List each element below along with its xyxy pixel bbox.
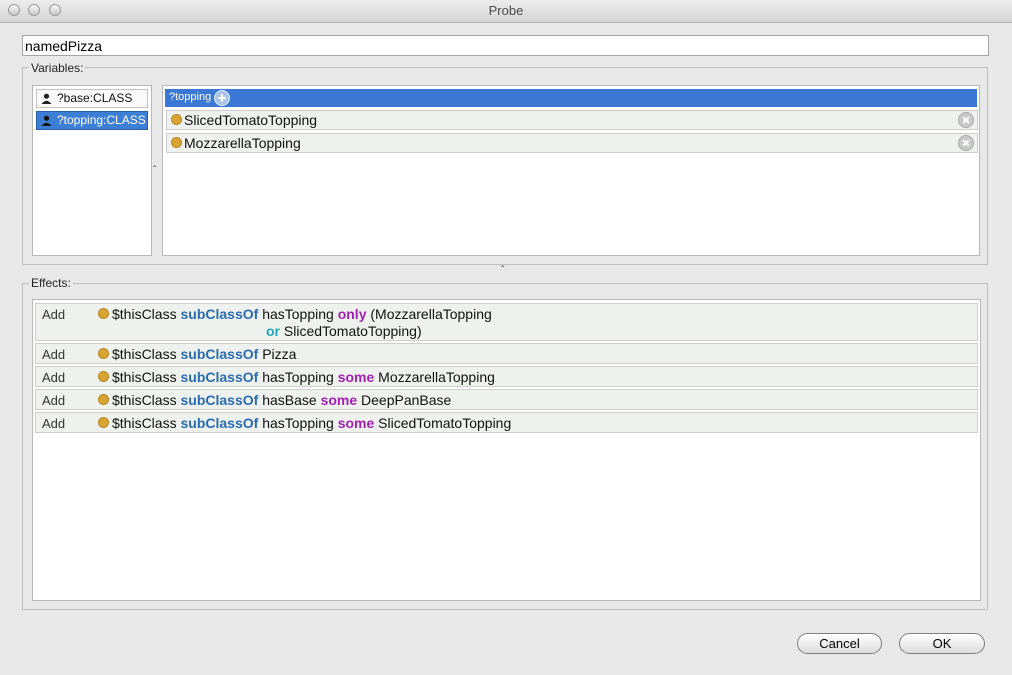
variables-label: Variables: [29, 61, 86, 75]
effect-relation: subClassOf [180, 392, 259, 408]
collapse-left-caret[interactable]: ˆ [153, 165, 156, 176]
variable-value-label: MozzarellaTopping [184, 135, 301, 151]
effect-expression: $thisClass subClassOf Pizza [112, 346, 296, 363]
person-icon [41, 115, 52, 126]
split-divider-caret[interactable]: ˆ [501, 265, 504, 276]
add-value-icon[interactable] [214, 90, 230, 106]
effect-row[interactable]: Add $thisClass subClassOf Pizza [35, 343, 978, 364]
effect-action: Add [42, 370, 66, 385]
remove-value-icon[interactable] [958, 112, 974, 128]
effect-action: Add [42, 307, 66, 322]
window-title: Probe [488, 3, 524, 18]
effect-expression: $thisClass subClassOf hasTopping only (M… [112, 306, 492, 323]
effect-expression: $thisClass subClassOf hasTopping some Mo… [112, 369, 495, 386]
effects-list: Add $thisClass subClassOf hasTopping onl… [32, 299, 981, 601]
class-icon [171, 137, 182, 148]
variable-values-panel: ?topping SlicedTomatoTopping MozzarellaT… [162, 85, 980, 256]
effect-subject: $thisClass [112, 346, 177, 362]
effect-or-filler: SlicedTomatoTopping) [283, 323, 422, 339]
effect-quantifier: only [337, 306, 367, 322]
effect-relation: subClassOf [180, 306, 259, 322]
window-titlebar: Probe [0, 0, 1012, 23]
effect-filler: MozzarellaTopping [378, 369, 495, 385]
variable-value-row[interactable]: MozzarellaTopping [166, 133, 978, 153]
effect-action: Add [42, 393, 66, 408]
effect-row[interactable]: Add $thisClass subClassOf hasTopping onl… [35, 303, 978, 341]
variable-item-label: ?base:CLASS [57, 91, 133, 105]
effect-quantifier: some [337, 369, 375, 385]
effect-property: Pizza [262, 346, 297, 362]
effect-subject: $thisClass [112, 369, 177, 385]
cancel-button[interactable]: Cancel [797, 633, 882, 654]
variable-item-label: ?topping:CLASS [57, 113, 146, 127]
variable-value-row[interactable]: SlicedTomatoTopping [166, 110, 978, 130]
effects-label: Effects: [29, 276, 73, 290]
variable-value-label: SlicedTomatoTopping [184, 112, 318, 128]
class-icon [98, 417, 109, 428]
class-icon [98, 394, 109, 405]
class-icon [98, 348, 109, 359]
effect-expression: $thisClass subClassOf hasBase some DeepP… [112, 392, 451, 409]
effect-quantifier: some [320, 392, 358, 408]
effect-expression-continuation: or SlicedTomatoTopping) [266, 323, 422, 340]
effect-relation: subClassOf [180, 369, 259, 385]
effect-quantifier: some [337, 415, 375, 431]
effect-property: hasTopping [262, 306, 334, 322]
effect-expression: $thisClass subClassOf hasTopping some Sl… [112, 415, 511, 432]
effect-subject: $thisClass [112, 392, 177, 408]
effect-filler: DeepPanBase [361, 392, 452, 408]
effect-property: hasBase [262, 392, 317, 408]
effect-property: hasTopping [262, 369, 334, 385]
effect-filler: SlicedTomatoTopping [378, 415, 512, 431]
effect-row[interactable]: Add $thisClass subClassOf hasBase some D… [35, 389, 978, 410]
remove-value-icon[interactable] [958, 135, 974, 151]
variables-list: ?base:CLASS ?topping:CLASS [32, 85, 152, 256]
ok-button[interactable]: OK [899, 633, 985, 654]
variable-item-base[interactable]: ?base:CLASS [36, 89, 148, 108]
class-icon [98, 308, 109, 319]
effect-property: hasTopping [262, 415, 334, 431]
effect-filler: (MozzarellaTopping [370, 306, 492, 322]
effect-row[interactable]: Add $thisClass subClassOf hasTopping som… [35, 412, 978, 433]
effect-action: Add [42, 347, 66, 362]
variable-values-header: ?topping [165, 89, 977, 107]
class-icon [98, 371, 109, 382]
effect-action: Add [42, 416, 66, 431]
name-field[interactable] [22, 35, 989, 56]
effect-row[interactable]: Add $thisClass subClassOf hasTopping som… [35, 366, 978, 387]
effect-relation: subClassOf [180, 346, 259, 362]
variable-name-label: ?topping [169, 91, 212, 103]
effect-or-keyword: or [266, 323, 280, 339]
effect-subject: $thisClass [112, 415, 177, 431]
variable-item-topping[interactable]: ?topping:CLASS [36, 111, 148, 130]
class-icon [171, 114, 182, 125]
effect-subject: $thisClass [112, 306, 177, 322]
person-icon [41, 93, 52, 104]
effect-relation: subClassOf [180, 415, 259, 431]
